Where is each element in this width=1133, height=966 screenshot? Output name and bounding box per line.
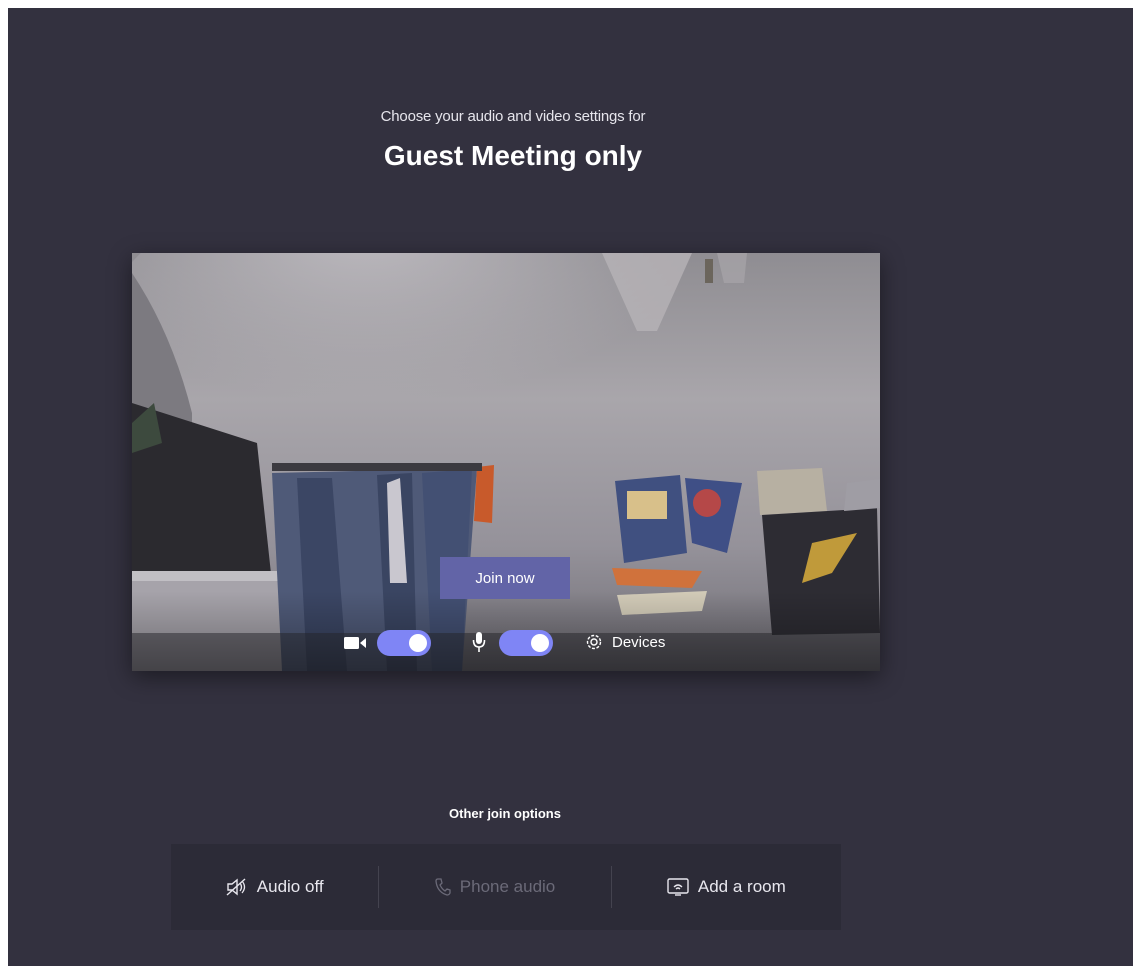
add-a-room-option[interactable]: Add a room — [612, 844, 841, 930]
microphone-toggle-knob — [531, 634, 549, 652]
pre-join-screen: Choose your audio and video settings for… — [8, 8, 1133, 966]
other-join-options-heading: Other join options — [449, 806, 561, 821]
microphone-toggle[interactable] — [499, 630, 553, 656]
devices-label: Devices — [612, 633, 666, 651]
join-now-button[interactable]: Join now — [440, 557, 570, 599]
settings-subtitle: Choose your audio and video settings for — [380, 108, 646, 125]
other-join-options-bar: Audio off Phone audio Add a room — [171, 844, 841, 930]
camera-toggle-knob — [409, 634, 427, 652]
speaker-off-icon — [226, 878, 248, 896]
phone-audio-label: Phone audio — [459, 877, 556, 896]
add-a-room-label: Add a room — [697, 877, 786, 896]
gear-icon — [584, 632, 604, 652]
phone-icon — [435, 878, 451, 896]
video-camera-icon — [344, 635, 368, 651]
audio-off-label: Audio off — [256, 877, 324, 896]
camera-toggle[interactable] — [377, 630, 431, 656]
audio-off-option[interactable]: Audio off — [171, 844, 378, 930]
meeting-title: Guest Meeting only — [383, 140, 643, 171]
microphone-icon — [472, 631, 486, 653]
devices-button[interactable]: Devices — [584, 629, 665, 655]
cast-room-icon — [667, 878, 689, 896]
phone-audio-option: Phone audio — [379, 844, 610, 930]
camera-preview: Join now Devices — [132, 253, 880, 671]
